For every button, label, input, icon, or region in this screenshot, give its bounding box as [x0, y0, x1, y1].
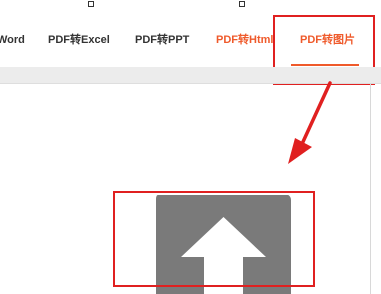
resize-handle-left[interactable]: [88, 1, 94, 7]
tab-pdf-to-html[interactable]: PDF转Html: [216, 31, 273, 49]
tab-pdf-to-ppt[interactable]: PDF转PPT: [135, 31, 189, 49]
scrollbar-edge: [370, 83, 371, 294]
app-window: Word PDF转Excel PDF转PPT PDF转Html PDF转图片: [0, 0, 381, 294]
resize-handle-right[interactable]: [239, 1, 245, 7]
tab-pdf-to-word[interactable]: Word: [0, 31, 25, 49]
red-pointer-arrow-icon: [288, 81, 332, 164]
tab-pdf-to-excel[interactable]: PDF转Excel: [48, 31, 110, 49]
annotation-highlight-upload: [113, 191, 315, 287]
